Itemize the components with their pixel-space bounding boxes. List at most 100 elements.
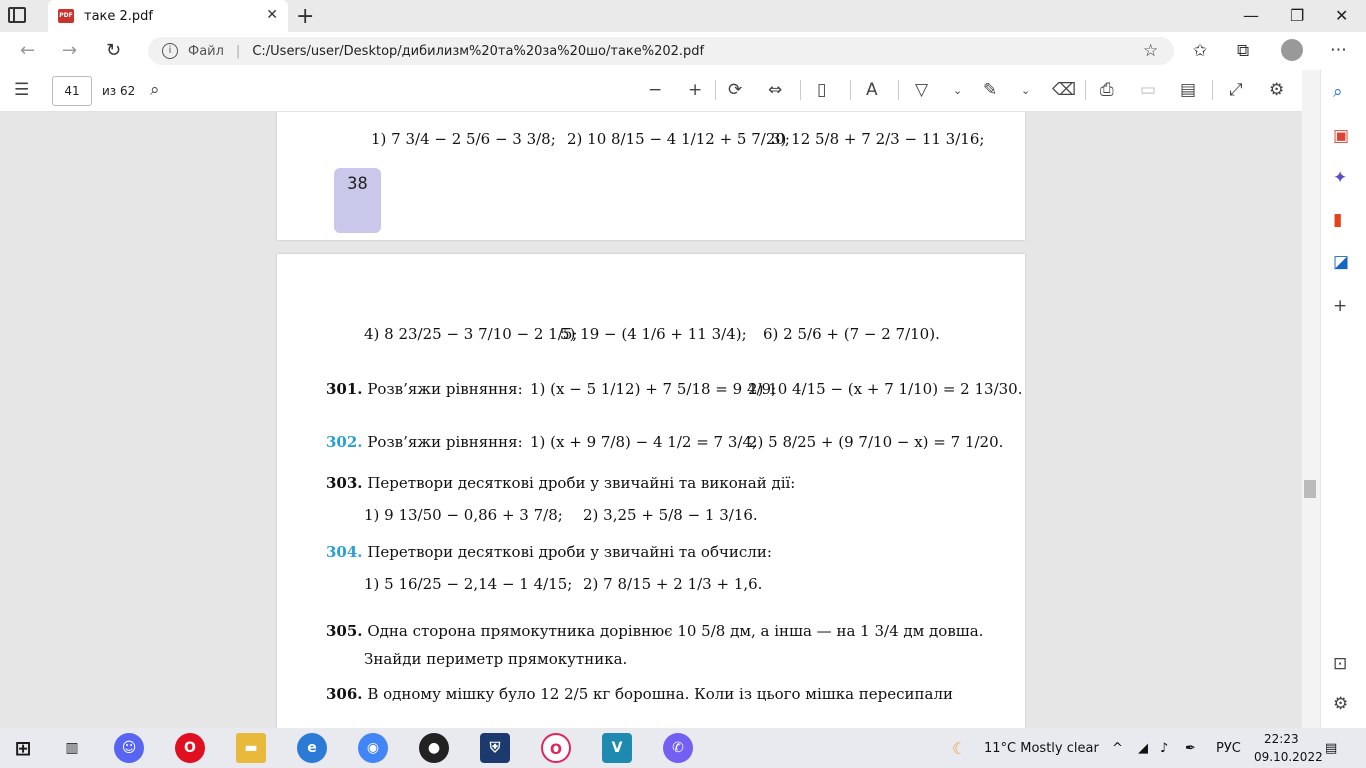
forward-icon[interactable]: → — [62, 40, 77, 61]
chevron-down-icon[interactable]: ⌄ — [1021, 84, 1030, 97]
contents-icon[interactable]: ☰ — [14, 80, 29, 100]
problem-text: 1) 5 16/25 − 2,14 − 1 4/15; — [364, 575, 573, 593]
page-number-badge: 38 — [334, 168, 381, 233]
problem-text: 5) 19 − (4 1/6 + 11 3/4); — [560, 325, 747, 343]
more-menu-icon[interactable]: ⋯ — [1330, 40, 1347, 60]
profile-avatar[interactable] — [1281, 39, 1303, 61]
favorites-icon[interactable]: ✩ — [1193, 41, 1207, 61]
clock-date[interactable]: 09.10.2022 — [1254, 750, 1323, 764]
add-icon[interactable]: + — [1333, 296, 1347, 316]
search-icon[interactable]: ⌕ — [1333, 82, 1343, 102]
opera-icon[interactable]: O — [175, 733, 205, 763]
toolbar-divider — [850, 80, 851, 100]
chevron-up-icon[interactable]: ^ — [1112, 741, 1123, 756]
pdf-viewer[interactable]: 1) 7 3/4 − 2 5/6 − 3 3/8; 2) 10 8/15 − 4… — [0, 112, 1320, 728]
print-icon[interactable]: ⎙ — [1100, 80, 1114, 100]
weather-text[interactable]: 11°C Mostly clear — [984, 741, 1099, 756]
info-icon[interactable]: i — [162, 43, 178, 59]
problem-text: 4) 8 23/25 − 3 7/10 − 2 1/5; — [364, 325, 578, 343]
toolbar-divider — [715, 80, 716, 100]
refresh-icon[interactable]: ↻ — [106, 40, 121, 61]
maximize-button[interactable]: ❐ — [1290, 6, 1304, 25]
tab-actions-icon[interactable] — [8, 7, 26, 23]
sidebar-toggle-icon[interactable]: ⊡ — [1333, 654, 1347, 674]
new-tab-button[interactable]: + — [296, 4, 314, 29]
notifications-icon[interactable]: ▤ — [1325, 741, 1337, 756]
fullscreen-icon[interactable]: ⤢ — [1229, 80, 1243, 100]
zoom-out-icon[interactable]: − — [648, 80, 662, 100]
pen-icon[interactable]: ✒ — [1185, 741, 1196, 756]
close-window-button[interactable]: ✕ — [1335, 6, 1348, 25]
app-icon[interactable]: V — [602, 733, 632, 763]
problem-text: 2) 10 8/15 − 4 1/12 + 5 7/20; — [567, 130, 790, 148]
opera-gx-icon[interactable]: O — [541, 733, 571, 763]
read-aloud-icon[interactable]: A — [866, 80, 878, 100]
problem-text: 1) 9 13/50 − 0,86 + 3 7/8; — [364, 506, 563, 524]
recorder-icon[interactable]: ● — [419, 733, 449, 763]
clock-time[interactable]: 22:23 — [1264, 732, 1299, 746]
search-icon[interactable]: ⌕ — [150, 80, 160, 100]
problem-text: 2) 10 4/15 − (x + 7 1/10) = 2 13/30. — [748, 380, 1023, 398]
network-icon[interactable]: ◢ — [1138, 741, 1148, 756]
save-as-icon[interactable]: ▤ — [1180, 80, 1196, 100]
task-view-icon[interactable]: ▥ — [57, 733, 87, 763]
vpn-icon[interactable]: ⛨ — [480, 733, 510, 763]
page-number-input[interactable]: 41 — [52, 76, 92, 106]
viber-icon[interactable]: ✆ — [663, 733, 693, 763]
problem-text: Перетвори десяткові дроби у звичайні та … — [367, 543, 772, 561]
add-favorite-icon[interactable]: ☆ — [1143, 41, 1158, 61]
page-total: из 62 — [102, 84, 136, 98]
problem-text: 6) 2 5/6 + (7 − 2 7/10). — [763, 325, 940, 343]
problem-text: Одна сторона прямокутника дорівнює 10 5/… — [367, 622, 984, 640]
filter-icon[interactable]: ▽ — [915, 80, 928, 100]
language-indicator[interactable]: РУС — [1216, 741, 1241, 756]
problem-number: 303. — [326, 474, 363, 492]
outlook-icon[interactable]: ◪ — [1333, 252, 1349, 272]
problem-text: 1) 7 3/4 − 2 5/6 − 3 3/8; — [371, 130, 556, 148]
settings-icon[interactable]: ⚙ — [1269, 80, 1284, 100]
problem-text: 1) (x − 5 1/12) + 7 5/18 = 9 4/9; — [530, 380, 777, 398]
problem-text: В одному мішку було 12 2/5 кг борошна. К… — [367, 685, 954, 703]
problem-text: 2) 5 8/25 + (9 7/10 − x) = 7 1/20. — [748, 433, 1004, 451]
eraser-icon[interactable]: ⌫ — [1052, 80, 1076, 100]
problem-number: 305. — [326, 622, 363, 640]
weather-icon[interactable]: ☾ — [952, 739, 966, 758]
tab-active[interactable]: PDF таке 2.pdf ✕ — [48, 0, 288, 32]
fit-width-icon[interactable]: ⇔ — [768, 80, 782, 100]
start-icon[interactable]: ⊞ — [8, 733, 38, 763]
zoom-in-icon[interactable]: + — [688, 80, 702, 100]
problem-number: 302. — [326, 433, 363, 451]
url-text: C:/Users/user/Desktop/дибилизм%20та%20за… — [252, 43, 705, 59]
rotate-icon[interactable]: ⟳ — [728, 80, 742, 100]
pdf-page: 1) 7 3/4 − 2 5/6 − 3 3/8; 2) 10 8/15 − 4… — [277, 112, 1025, 240]
chrome-icon[interactable]: ◉ — [358, 733, 388, 763]
chevron-down-icon[interactable]: ⌄ — [953, 84, 962, 97]
toolbar-divider — [800, 80, 801, 100]
discord-icon[interactable]: ☺ — [114, 733, 144, 763]
url-divider: | — [235, 43, 241, 59]
save-icon[interactable]: ▭ — [1140, 80, 1156, 100]
scrollbar-thumb[interactable] — [1304, 480, 1316, 498]
problem-text: 1) (x + 9 7/8) − 4 1/2 = 7 3/4; — [530, 433, 758, 451]
office-icon[interactable]: ▮ — [1333, 210, 1342, 230]
shopping-icon[interactable]: ▣ — [1333, 126, 1349, 146]
collections-icon[interactable]: ⧉ — [1237, 41, 1249, 61]
highlight-icon[interactable]: ✎ — [983, 80, 997, 100]
url-field[interactable]: i Файл | C:/Users/user/Desktop/дибилизм%… — [148, 37, 1174, 65]
games-icon[interactable]: ✦ — [1333, 168, 1347, 188]
page-view-icon[interactable]: ▯ — [817, 80, 826, 100]
pdf-page: 4) 8 23/25 − 3 7/10 − 2 1/5; 5) 19 − (4 … — [277, 254, 1025, 728]
back-icon[interactable]: ← — [20, 40, 35, 61]
problem-text: 3) 12 5/8 + 7 2/3 − 11 3/16; — [771, 130, 985, 148]
edge-icon[interactable]: e — [297, 733, 327, 763]
minimize-button[interactable]: — — [1243, 6, 1259, 25]
volume-icon[interactable]: ♪ — [1160, 741, 1168, 756]
problem-text: 2) 7 8/15 + 2 1/3 + 1,6. — [583, 575, 763, 593]
pdf-file-icon: PDF — [58, 9, 74, 23]
settings-icon[interactable]: ⚙ — [1333, 694, 1348, 714]
file-explorer-icon[interactable]: ▬ — [236, 733, 266, 763]
toolbar-divider — [1212, 80, 1213, 100]
vertical-scrollbar[interactable] — [1302, 70, 1320, 728]
tab-close-icon[interactable]: ✕ — [266, 7, 278, 23]
problem-text: 2) 3,25 + 5/8 − 1 3/16. — [583, 506, 758, 524]
